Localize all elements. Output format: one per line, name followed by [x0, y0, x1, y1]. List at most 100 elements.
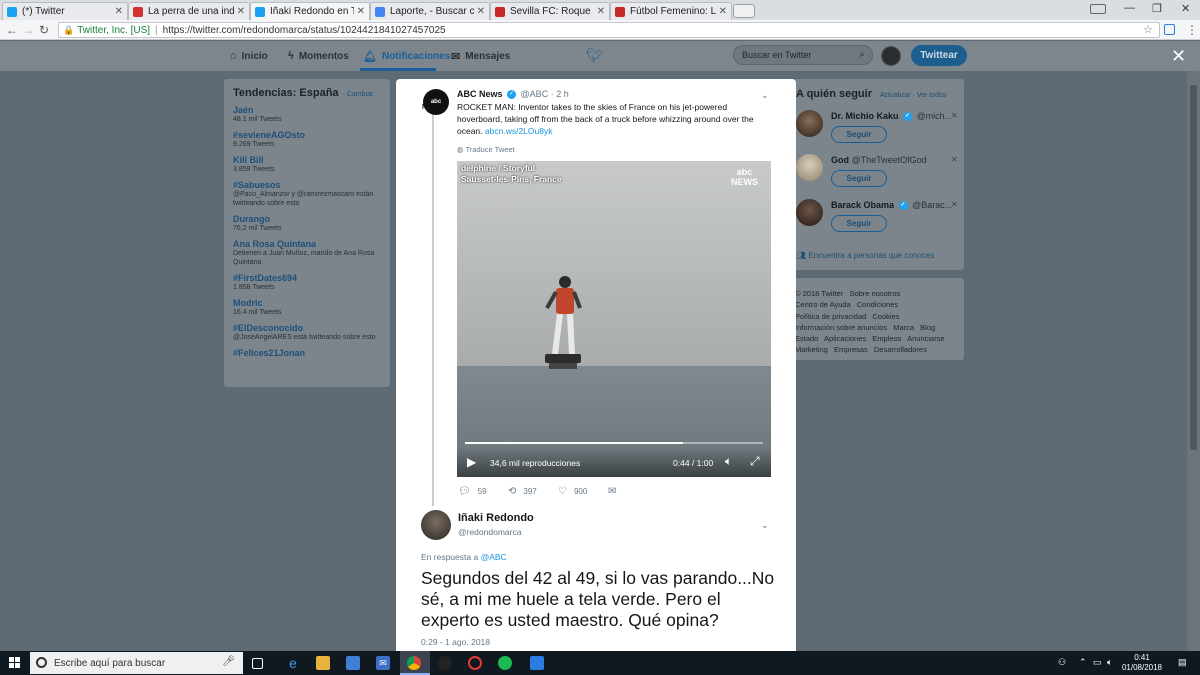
mail-icon[interactable]: ✉ — [376, 656, 390, 670]
address-bar[interactable]: 🔒 Twitter, Inc. [US] | https://twitter.c… — [58, 22, 1160, 38]
dismiss-icon[interactable]: ✕ — [951, 111, 958, 120]
find-people-link[interactable]: 👥︎ Encuentra a personas que conoces — [796, 251, 934, 260]
store-icon[interactable] — [346, 656, 360, 670]
footer-link[interactable]: © 2018 Twitter — [795, 289, 843, 298]
nav-home[interactable]: ⌂ Inicio — [230, 50, 268, 62]
translate-tweet-link[interactable]: ◍ Traducir Tweet — [457, 145, 515, 154]
scrollbar[interactable] — [1187, 71, 1200, 651]
footer-link[interactable]: Cookies — [872, 312, 899, 321]
footer-link[interactable]: Desarrolladores — [874, 345, 927, 354]
minimize-icon[interactable]: — — [1124, 2, 1135, 14]
people-icon[interactable]: ⚇ — [1058, 657, 1066, 668]
menu-dots-icon[interactable]: ⋮ — [1186, 23, 1198, 37]
footer-link[interactable]: Aplicaciones — [824, 334, 866, 343]
author-avatar[interactable] — [421, 510, 451, 540]
play-icon[interactable]: ▶ — [467, 455, 476, 469]
tab-futbol-femenino[interactable]: Fútbol Femenino: Las est ✕ — [610, 2, 732, 20]
account-name-line[interactable]: God @TheTweetOfGod — [831, 155, 927, 165]
footer-link[interactable]: Estado — [795, 334, 818, 343]
task-view-icon[interactable] — [252, 658, 263, 669]
chevron-down-icon[interactable]: ⌄ — [761, 520, 769, 531]
footer-link[interactable]: Anunciarse — [907, 334, 945, 343]
trend-item[interactable]: Jaén 48,1 mil Tweets — [233, 105, 381, 124]
trend-item[interactable]: Modric 16,4 mil Tweets — [233, 298, 381, 317]
forward-icon[interactable]: → — [22, 23, 34, 37]
reply-author-name[interactable]: Iñaki Redondo — [458, 512, 534, 524]
abc-news-avatar[interactable]: abc — [423, 89, 449, 115]
nav-moments[interactable]: ϟ Momentos — [288, 50, 349, 62]
trend-item[interactable]: Durango 76,2 mil Tweets — [233, 214, 381, 233]
tab-twitter[interactable]: (*) Twitter ✕ — [2, 2, 128, 20]
bookmark-star-icon[interactable]: ☆ — [1143, 23, 1153, 36]
footer-link[interactable]: Empleos — [872, 334, 901, 343]
footer-link[interactable]: Blog — [920, 323, 935, 332]
network-icon[interactable]: ▭ — [1093, 657, 1102, 668]
like-action[interactable]: ♡ 900 — [558, 486, 587, 497]
footer-link[interactable]: Marketing — [795, 345, 828, 354]
notifications-icon[interactable]: ▤ — [1178, 657, 1187, 668]
twitter-bird-icon[interactable]: 🐦︎ — [586, 47, 604, 64]
trend-item[interactable]: #ElDesconocido @JoseAngelARES está twitt… — [233, 323, 381, 342]
tab-close-icon[interactable]: ✕ — [237, 6, 245, 17]
app-icon[interactable] — [468, 656, 482, 670]
trend-item[interactable]: Ana Rosa Quintana Detienen a Juan Muñoz,… — [233, 239, 381, 267]
trend-item[interactable]: #sevieneAGOsto 9.269 Tweets — [233, 130, 381, 149]
tab-google-search[interactable]: Laporte, - Buscar con Go ✕ — [370, 2, 490, 20]
window-close-icon[interactable]: ✕ — [1181, 2, 1190, 15]
tab-close-icon[interactable]: ✕ — [477, 6, 485, 17]
tweet-button[interactable]: Twittear — [911, 45, 967, 66]
footer-link[interactable]: Política de privacidad — [795, 312, 866, 321]
search-icon[interactable]: ⌕ — [859, 49, 865, 60]
nav-messages[interactable]: ✉ Mensajes — [451, 50, 510, 63]
follow-button[interactable]: Seguir — [831, 126, 887, 143]
twitter-search-input[interactable]: Buscar en Twitter ⌕ — [733, 45, 873, 65]
tab-close-icon[interactable]: ✕ — [719, 6, 727, 17]
app-icon[interactable] — [530, 656, 544, 670]
chrome-icon[interactable] — [407, 656, 421, 670]
new-tab-button[interactable] — [733, 4, 755, 18]
account-name-line[interactable]: Barack Obama ✓ @Barac... — [831, 200, 952, 211]
reply-action[interactable]: 💬︎ 59 — [458, 486, 487, 497]
trend-item[interactable]: #Felices21Jonan — [233, 348, 381, 358]
close-overlay-icon[interactable]: ✕ — [1171, 46, 1186, 67]
tab-sevilla[interactable]: Sevilla FC: Roque Mesa: ✕ — [490, 2, 610, 20]
footer-link[interactable]: Empresas — [834, 345, 868, 354]
avatar[interactable] — [796, 110, 823, 137]
dismiss-icon[interactable]: ✕ — [951, 155, 958, 164]
maximize-icon[interactable]: ❐ — [1152, 2, 1162, 15]
video-progress-bar[interactable] — [465, 442, 763, 444]
app-icon[interactable] — [438, 656, 452, 670]
chevron-up-icon[interactable]: ⌃ — [1079, 657, 1087, 668]
microphone-icon[interactable]: 🎤︎ — [222, 656, 235, 667]
taskbar-search-input[interactable]: Escribe aquí para buscar 🎤︎ — [30, 652, 243, 674]
tab-close-icon[interactable]: ✕ — [597, 6, 605, 17]
avatar[interactable] — [796, 199, 823, 226]
extension-icon[interactable] — [1164, 24, 1175, 35]
tweet-timestamp[interactable]: 0:29 - 1 ago. 2018 — [421, 637, 490, 647]
trends-change-link[interactable]: · Cambiar — [343, 91, 374, 98]
quoted-tweet-header[interactable]: ABC News ✓ @ABC · 2 h — [457, 89, 569, 100]
nav-notifications[interactable]: 🔔︎ Notificaciones — [363, 50, 450, 63]
reply-author-handle[interactable]: @redondomarca — [458, 527, 521, 537]
chevron-down-icon[interactable]: ⌄ — [761, 90, 769, 101]
follow-button[interactable]: Seguir — [831, 215, 887, 232]
volume-icon[interactable]: 🔈︎ — [1107, 657, 1112, 668]
avatar[interactable] — [796, 154, 823, 181]
reload-icon[interactable]: ↻ — [39, 23, 49, 37]
follow-button[interactable]: Seguir — [831, 170, 887, 187]
user-avatar[interactable] — [881, 46, 901, 66]
retweet-action[interactable]: ⟲ 397 — [508, 486, 537, 497]
who-links[interactable]: · Actualizar · Ver todos — [876, 92, 946, 99]
tab-close-icon[interactable]: ✕ — [115, 6, 123, 17]
windows-start-icon[interactable] — [9, 657, 21, 669]
profile-icon[interactable] — [1090, 4, 1106, 14]
file-explorer-icon[interactable] — [316, 656, 330, 670]
tab-inaki-redondo[interactable]: Iñaki Redondo en Twitter ✕ — [250, 2, 370, 20]
footer-link[interactable]: Centro de Ayuda — [795, 300, 851, 309]
scrollbar-thumb[interactable] — [1190, 85, 1197, 450]
fullscreen-icon[interactable]: ⤢ — [750, 454, 760, 469]
back-icon[interactable]: ← — [6, 23, 18, 37]
in-reply-handle[interactable]: @ABC — [481, 552, 507, 562]
system-clock[interactable]: 0:41 01/08/2018 — [1120, 653, 1164, 673]
tab-perra[interactable]: La perra de una indepen ✕ — [128, 2, 250, 20]
